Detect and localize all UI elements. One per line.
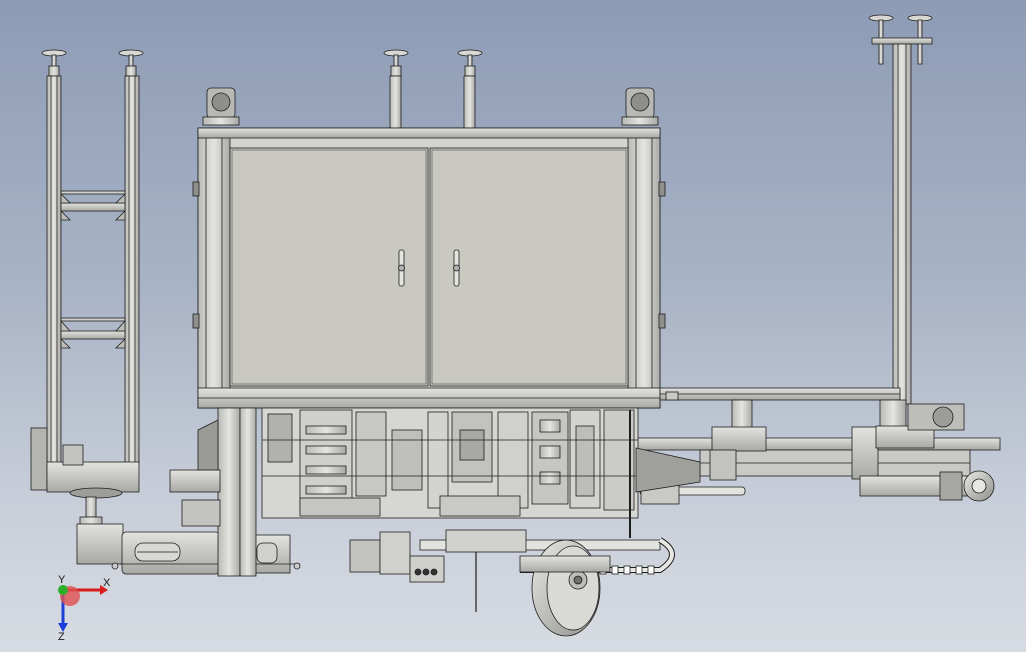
left-stand — [30, 49, 144, 530]
left-upright-a — [46, 75, 62, 465]
left-stand-leveler-1 — [41, 49, 67, 77]
caster-right — [621, 87, 659, 126]
left-upright-b — [124, 75, 140, 465]
conveyor-assembly — [629, 403, 1001, 505]
left-stand-leveler-2 — [118, 49, 144, 77]
machine-drawing: X Y Z — [30, 14, 1001, 643]
door-handle-left — [398, 249, 405, 287]
axis-triad: X Y Z — [58, 574, 111, 643]
cabinet-leveler-2 — [457, 49, 483, 135]
y-axis-label: Y — [58, 574, 66, 586]
cabinet-leveler-1 — [383, 49, 409, 135]
right-upright — [892, 43, 912, 405]
large-reel — [519, 539, 611, 637]
y-axis-arrow — [58, 585, 68, 595]
z-axis-label: Z — [58, 631, 65, 643]
caster-left — [202, 87, 240, 126]
x-axis-label: X — [103, 577, 111, 589]
main-cabinet — [192, 49, 666, 409]
lower-left-motor — [76, 523, 301, 575]
door-handle-right — [453, 249, 460, 287]
left-stand-drive — [30, 427, 140, 530]
right-stand — [659, 14, 933, 429]
lower-mechanism — [169, 407, 701, 637]
cad-viewport[interactable]: X Y Z — [0, 0, 1026, 652]
